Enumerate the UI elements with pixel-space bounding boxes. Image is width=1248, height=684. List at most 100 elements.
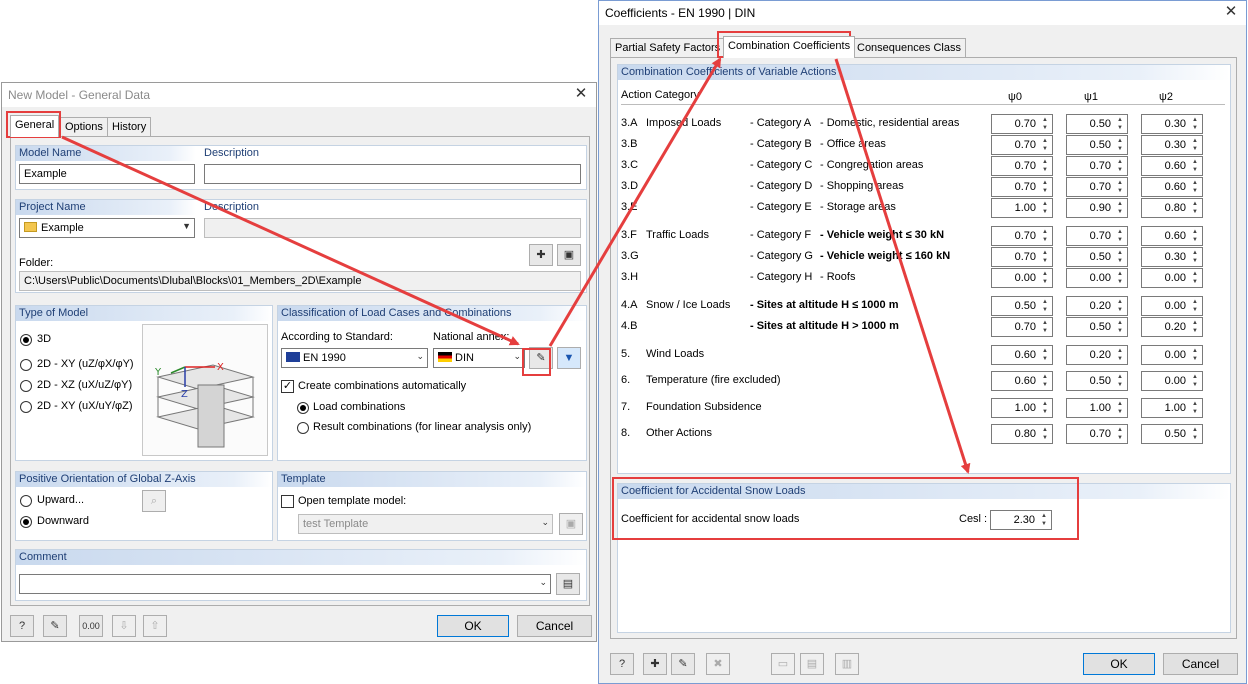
model-name-input[interactable]: Example <box>19 164 195 184</box>
psi-spinner-p2[interactable]: 0.50 ▲ ▼ <box>1141 424 1203 444</box>
psi-spinner-p0[interactable]: 0.60 ▲ ▼ <box>991 345 1053 365</box>
psi-spinner-p0[interactable]: 1.00 ▲ ▼ <box>991 398 1053 418</box>
spinner-arrows-icon[interactable]: ▲ ▼ <box>1189 400 1201 416</box>
tab-general[interactable]: General <box>10 115 60 137</box>
spinner-arrows-icon[interactable]: ▲ ▼ <box>1039 158 1051 174</box>
psi-spinner-p1[interactable]: 0.50 ▲ ▼ <box>1066 371 1128 391</box>
spinner-arrows-icon[interactable]: ▲ ▼ <box>1189 347 1201 363</box>
annex-select[interactable]: DIN ⌄ <box>433 348 525 368</box>
psi-spinner-p1[interactable]: 0.50 ▲ ▼ <box>1066 135 1128 155</box>
edit-icon[interactable]: ✎ <box>43 615 67 637</box>
psi-spinner-p1[interactable]: 0.70 ▲ ▼ <box>1066 424 1128 444</box>
spinner-arrows-icon[interactable]: ▲ ▼ <box>1189 179 1201 195</box>
psi-spinner-p2[interactable]: 0.60 ▲ ▼ <box>1141 226 1203 246</box>
spinner-arrows-icon[interactable]: ▲ ▼ <box>1189 137 1201 153</box>
psi-spinner-p0[interactable]: 0.80 ▲ ▼ <box>991 424 1053 444</box>
spinner-arrows-icon[interactable]: ▲ ▼ <box>1189 319 1201 335</box>
psi-spinner-p0[interactable]: 0.50 ▲ ▼ <box>991 296 1053 316</box>
spinner-arrows-icon[interactable]: ▲ ▼ <box>1114 228 1126 244</box>
project-manager-icon[interactable]: ▣ <box>557 244 581 266</box>
psi-spinner-p0[interactable]: 0.70 ▲ ▼ <box>991 247 1053 267</box>
spinner-arrows-icon[interactable]: ▲ ▼ <box>1039 347 1051 363</box>
new-project-icon[interactable]: ✚ <box>529 244 553 266</box>
psi-spinner-p2[interactable]: 0.00 ▲ ▼ <box>1141 296 1203 316</box>
create-combinations-checkbox[interactable]: ✓ <box>281 380 294 393</box>
psi-spinner-p2[interactable]: 0.30 ▲ ▼ <box>1141 114 1203 134</box>
psi-spinner-p1[interactable]: 0.70 ▲ ▼ <box>1066 226 1128 246</box>
spinner-arrows-icon[interactable]: ▲ ▼ <box>1189 200 1201 216</box>
psi-spinner-p0[interactable]: 0.70 ▲ ▼ <box>991 135 1053 155</box>
psi-spinner-p1[interactable]: 0.70 ▲ ▼ <box>1066 177 1128 197</box>
spinner-arrows-icon[interactable]: ▲ ▼ <box>1189 249 1201 265</box>
psi-spinner-p0[interactable]: 0.00 ▲ ▼ <box>991 268 1053 288</box>
filter-icon[interactable]: ▼ <box>557 347 581 369</box>
radio-2d-xy-plate[interactable] <box>20 359 32 371</box>
spinner-arrows-icon[interactable]: ▲ ▼ <box>1189 426 1201 442</box>
psi-spinner-p0[interactable]: 0.70 ▲ ▼ <box>991 226 1053 246</box>
psi-spinner-p0[interactable]: 0.70 ▲ ▼ <box>991 156 1053 176</box>
spinner-arrows-icon[interactable]: ▲ ▼ <box>1039 426 1051 442</box>
standard-select[interactable]: EN 1990 ⌄ <box>281 348 428 368</box>
spinner-arrows-icon[interactable]: ▲ ▼ <box>1114 200 1126 216</box>
load-combinations-radio[interactable] <box>297 402 309 414</box>
psi-spinner-p2[interactable]: 0.00 ▲ ▼ <box>1141 268 1203 288</box>
spinner-arrows-icon[interactable]: ▲ ▼ <box>1189 158 1201 174</box>
psi-spinner-p0[interactable]: 0.70 ▲ ▼ <box>991 317 1053 337</box>
psi-spinner-p1[interactable]: 1.00 ▲ ▼ <box>1066 398 1128 418</box>
edit-icon[interactable]: ✎ <box>671 653 695 675</box>
spinner-arrows-icon[interactable]: ▲ ▼ <box>1039 373 1051 389</box>
result-combinations-radio[interactable] <box>297 422 309 434</box>
spinner-arrows-icon[interactable]: ▲ ▼ <box>1114 137 1126 153</box>
ok-button[interactable]: OK <box>1083 653 1155 675</box>
psi-spinner-p2[interactable]: 0.80 ▲ ▼ <box>1141 198 1203 218</box>
psi-spinner-p1[interactable]: 0.50 ▲ ▼ <box>1066 317 1128 337</box>
psi-spinner-p2[interactable]: 0.30 ▲ ▼ <box>1141 247 1203 267</box>
psi-spinner-p2[interactable]: 0.00 ▲ ▼ <box>1141 371 1203 391</box>
orientation-preview-icon[interactable]: ⌕ <box>142 490 166 512</box>
spinner-arrows-icon[interactable]: ▲ ▼ <box>1114 298 1126 314</box>
description-input[interactable] <box>204 164 581 184</box>
spinner-arrows-icon[interactable]: ▲ ▼ <box>1189 298 1201 314</box>
psi-spinner-p2[interactable]: 0.20 ▲ ▼ <box>1141 317 1203 337</box>
psi-spinner-p0[interactable]: 0.70 ▲ ▼ <box>991 177 1053 197</box>
psi-spinner-p1[interactable]: 0.90 ▲ ▼ <box>1066 198 1128 218</box>
close-icon[interactable]: ✕ <box>1222 3 1240 21</box>
upward-radio[interactable] <box>20 495 32 507</box>
tab-partial-safety-factors[interactable]: Partial Safety Factors <box>610 38 726 58</box>
spinner-arrows-icon[interactable]: ▲ ▼ <box>1114 347 1126 363</box>
psi-spinner-p1[interactable]: 0.50 ▲ ▼ <box>1066 114 1128 134</box>
psi-spinner-p0[interactable]: 1.00 ▲ ▼ <box>991 198 1053 218</box>
radio-2d-xy-wall[interactable] <box>20 401 32 413</box>
spinner-arrows-icon[interactable]: ▲ ▼ <box>1114 373 1126 389</box>
spinner-arrows-icon[interactable]: ▲ ▼ <box>1114 249 1126 265</box>
spinner-arrows-icon[interactable]: ▲ ▼ <box>1189 228 1201 244</box>
psi-spinner-p1[interactable]: 0.20 ▲ ▼ <box>1066 296 1128 316</box>
psi-spinner-p2[interactable]: 0.30 ▲ ▼ <box>1141 135 1203 155</box>
spinner-arrows-icon[interactable]: ▲ ▼ <box>1114 116 1126 132</box>
psi-spinner-p2[interactable]: 0.60 ▲ ▼ <box>1141 156 1203 176</box>
project-name-select[interactable]: Example ▼ <box>19 218 195 238</box>
psi-spinner-p2[interactable]: 0.00 ▲ ▼ <box>1141 345 1203 365</box>
help-icon[interactable]: ? <box>10 615 34 637</box>
psi-spinner-p2[interactable]: 1.00 ▲ ▼ <box>1141 398 1203 418</box>
spinner-arrows-icon[interactable]: ▲ ▼ <box>1039 137 1051 153</box>
psi-spinner-p1[interactable]: 0.50 ▲ ▼ <box>1066 247 1128 267</box>
new-icon[interactable]: ✚ <box>643 653 667 675</box>
comment-input[interactable]: ⌄ <box>19 574 551 594</box>
tab-options[interactable]: Options <box>60 117 108 137</box>
psi-spinner-p2[interactable]: 0.60 ▲ ▼ <box>1141 177 1203 197</box>
cancel-button[interactable]: Cancel <box>517 615 592 637</box>
spinner-arrows-icon[interactable]: ▲ ▼ <box>1039 116 1051 132</box>
spinner-arrows-icon[interactable]: ▲ ▼ <box>1189 373 1201 389</box>
downward-radio[interactable] <box>20 516 32 528</box>
spinner-arrows-icon[interactable]: ▲ ▼ <box>1114 319 1126 335</box>
psi-spinner-p0[interactable]: 0.60 ▲ ▼ <box>991 371 1053 391</box>
spinner-arrows-icon[interactable]: ▲ ▼ <box>1189 270 1201 286</box>
spinner-arrows-icon[interactable]: ▲ ▼ <box>1114 179 1126 195</box>
psi-spinner-p1[interactable]: 0.70 ▲ ▼ <box>1066 156 1128 176</box>
close-icon[interactable]: ✕ <box>572 85 590 103</box>
tab-history[interactable]: History <box>107 117 152 137</box>
radio-2d-xz[interactable] <box>20 380 32 392</box>
psi-spinner-p1[interactable]: 0.20 ▲ ▼ <box>1066 345 1128 365</box>
radio-3d[interactable] <box>20 334 32 346</box>
